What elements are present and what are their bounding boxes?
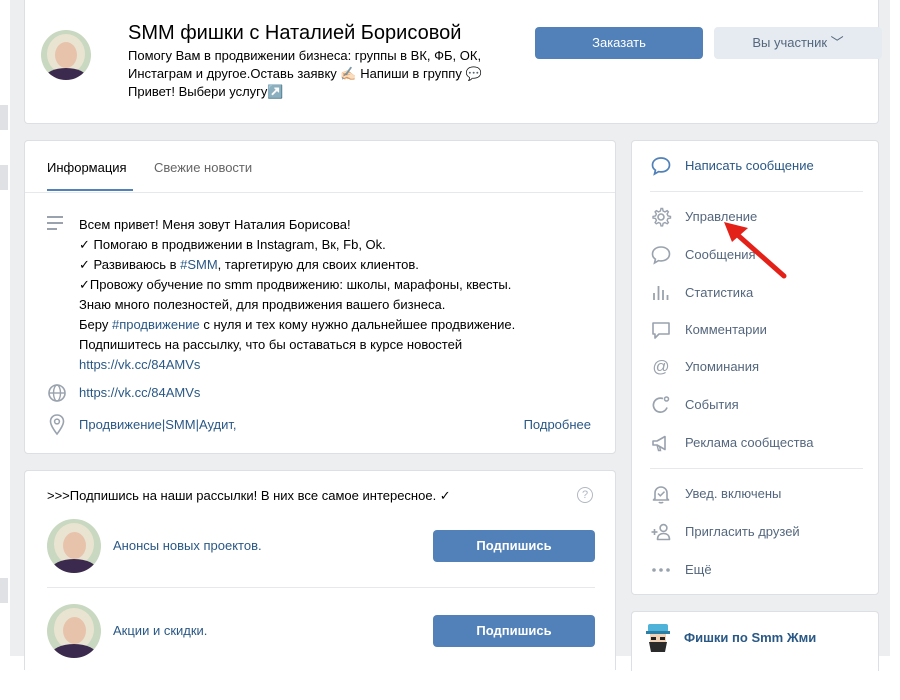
linked-community-card[interactable]: Фишки по Smm Жми (631, 611, 879, 671)
description-icon (47, 216, 63, 234)
hashtag-smm[interactable]: #SMM (180, 257, 218, 272)
newsletter-card: >>>Подпишись на наши рассылки! В них все… (24, 470, 616, 670)
website-link[interactable]: https://vk.cc/84AMVs (79, 385, 200, 400)
at-icon: @ (652, 357, 670, 376)
newsletter-item-label[interactable]: Акции и скидки. (113, 623, 207, 638)
mascot-avatar-icon (646, 624, 670, 652)
newsletter-item-label[interactable]: Анонсы новых проектов. (113, 538, 262, 553)
newsletter-avatar (47, 519, 101, 573)
menu-divider (650, 191, 863, 192)
community-actions-menu: Написать сообщение Управление Сообщения … (631, 140, 879, 595)
globe-icon (48, 384, 66, 402)
description-link[interactable]: https://vk.cc/84AMVs (79, 355, 515, 375)
newsletter-avatar (47, 604, 101, 658)
place-link[interactable]: Продвижение|SMM|Аудит, (79, 417, 237, 432)
tab-news[interactable]: Свежие новости (154, 160, 252, 175)
menu-item-community-ads[interactable]: Реклама сообщества (650, 432, 865, 456)
megaphone-icon (652, 435, 666, 452)
gear-icon (652, 207, 672, 227)
invite-icon (651, 523, 671, 541)
more-icon (652, 568, 670, 572)
subscribe-button[interactable]: Подпишись (433, 615, 595, 647)
newsletter-title: >>>Подпишись на наши рассылки! В них все… (47, 488, 451, 503)
menu-item-events[interactable]: События (650, 394, 865, 418)
info-tabs: Информация Свежие новости (25, 141, 615, 193)
menu-item-more[interactable]: Ещё (650, 559, 865, 583)
menu-item-write-message[interactable]: Написать сообщение (650, 155, 865, 179)
location-pin-icon (49, 414, 65, 436)
member-dropdown-button[interactable]: Вы участник ﹀ (714, 27, 882, 59)
more-link[interactable]: Подробнее (524, 417, 591, 432)
linked-community-label[interactable]: Фишки по Smm Жми (684, 630, 816, 645)
group-title: SMM фишки с Наталией Борисовой (128, 22, 462, 44)
divider (47, 587, 595, 588)
chat-bubble-icon (651, 157, 671, 176)
hashtag-promotion[interactable]: #продвижение (112, 317, 200, 332)
order-button[interactable]: Заказать (535, 27, 703, 59)
left-edge-strip (0, 578, 8, 603)
comments-icon (652, 322, 670, 339)
tab-info[interactable]: Информация (47, 160, 127, 175)
annotation-arrow-icon (724, 222, 787, 279)
stats-icon (653, 286, 669, 300)
message-icon (651, 246, 671, 265)
left-edge-strip (0, 165, 8, 190)
tab-active-underline (47, 189, 133, 191)
menu-item-invite-friends[interactable]: Пригласить друзей (650, 521, 865, 545)
help-icon[interactable]: ? (577, 487, 593, 503)
menu-item-comments[interactable]: Комментарии (650, 319, 865, 343)
group-header: SMM фишки с Наталией Борисовой Помогу Ва… (24, 0, 882, 124)
group-description: Всем привет! Меня зовут Наталия Борисова… (79, 215, 515, 375)
info-card: Информация Свежие новости Всем привет! М… (24, 140, 616, 454)
group-avatar[interactable] (41, 30, 91, 80)
menu-item-notifications[interactable]: Увед. включены (650, 483, 865, 507)
bell-icon (652, 486, 670, 504)
left-edge-strip (0, 105, 8, 130)
events-icon (652, 396, 670, 413)
menu-divider (650, 468, 863, 469)
subscribe-button[interactable]: Подпишись (433, 530, 595, 562)
group-status: Помогу Вам в продвижении бизнеса: группы… (128, 48, 482, 99)
menu-item-mentions[interactable]: @ Упоминания (650, 356, 865, 380)
